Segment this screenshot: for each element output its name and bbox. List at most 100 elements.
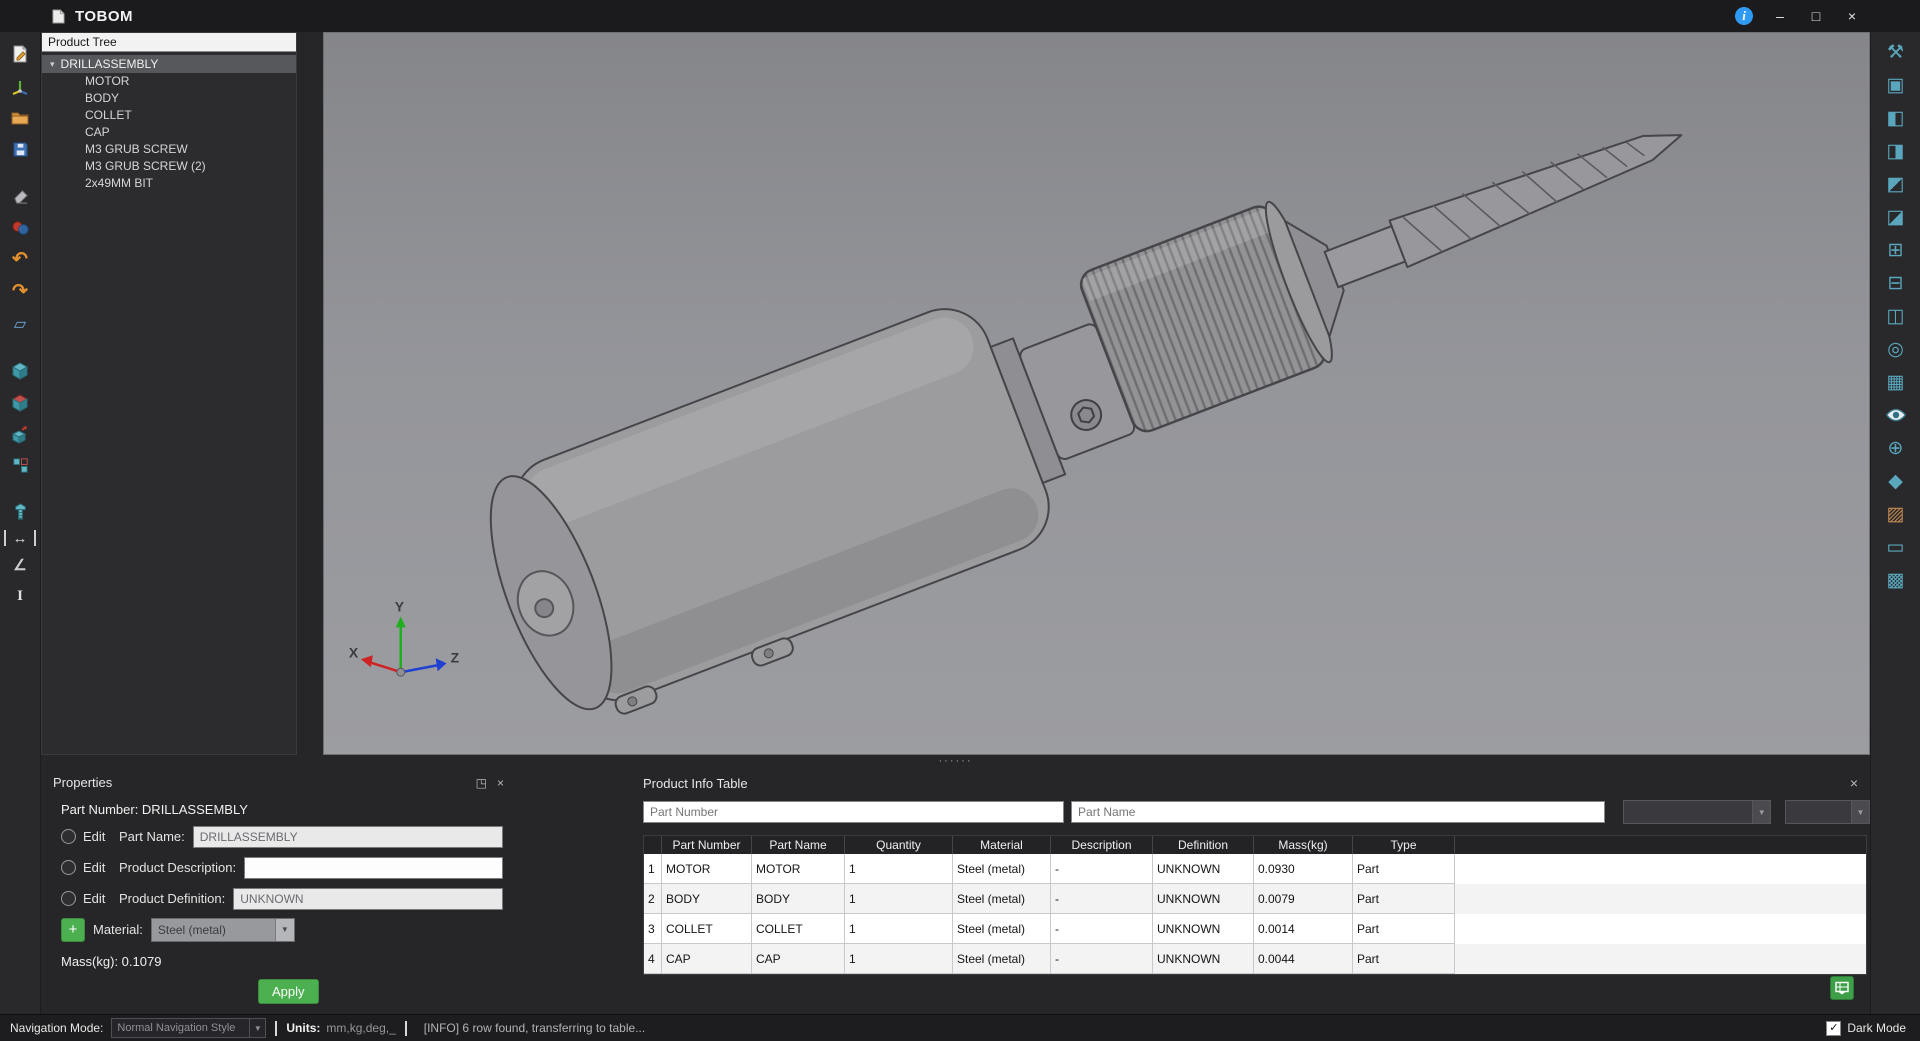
export-table-button[interactable]: [1830, 976, 1854, 1000]
chevron-down-icon[interactable]: ▼: [1752, 801, 1771, 823]
table-cell[interactable]: CAP: [662, 944, 752, 974]
table-cell[interactable]: BODY: [752, 884, 845, 914]
tree-item-cap[interactable]: CAP: [42, 124, 296, 141]
table-cell[interactable]: Part: [1353, 914, 1455, 944]
tree-item-2x49mm-bit[interactable]: 2x49MM BIT: [42, 175, 296, 192]
import-model-icon[interactable]: [6, 72, 34, 99]
move-body-icon[interactable]: [6, 420, 34, 447]
table-cell[interactable]: UNKNOWN: [1153, 944, 1254, 974]
splitter-handle-dots[interactable]: ······: [939, 755, 973, 767]
view-iso-icon[interactable]: ◫: [1883, 303, 1909, 329]
filter-dropdown-1[interactable]: ▼: [1623, 800, 1772, 824]
expander-icon[interactable]: ▾: [50, 55, 55, 73]
close-table-panel-icon[interactable]: ×: [1850, 775, 1858, 791]
view-right-icon[interactable]: ◪: [1883, 204, 1909, 230]
visibility-icon[interactable]: [1883, 402, 1909, 428]
fastener-icon[interactable]: [6, 498, 34, 525]
coordinate-system-icon[interactable]: ⊕: [1883, 435, 1909, 461]
table-cell[interactable]: MOTOR: [662, 854, 752, 884]
dark-mode-checkbox[interactable]: ✓: [1826, 1020, 1842, 1036]
table-row-collet[interactable]: 3 COLLET COLLET 1 Steel (metal) - UNKNOW…: [644, 914, 1866, 944]
table-cell[interactable]: UNKNOWN: [1153, 884, 1254, 914]
table-cell[interactable]: 0.0014: [1254, 914, 1353, 944]
tools-icon[interactable]: ⚒: [1883, 39, 1909, 65]
table-cell[interactable]: 1: [845, 944, 953, 974]
view-bottom-icon[interactable]: ⊟: [1883, 270, 1909, 296]
table-cell[interactable]: COLLET: [752, 914, 845, 944]
redo-icon[interactable]: ↷: [6, 278, 34, 305]
table-row-motor[interactable]: 1 MOTOR MOTOR 1 Steel (metal) - UNKNOWN …: [644, 854, 1866, 884]
row-header[interactable]: 2: [644, 884, 662, 914]
column-header-mass[interactable]: Mass(kg): [1254, 836, 1353, 854]
apply-button[interactable]: Apply: [258, 979, 319, 1004]
material-select[interactable]: Steel (metal) ▼: [150, 917, 295, 942]
table-cell[interactable]: UNKNOWN: [1153, 854, 1254, 884]
table-row-body[interactable]: 2 BODY BODY 1 Steel (metal) - UNKNOWN 0.…: [644, 884, 1866, 914]
column-header-part-number[interactable]: Part Number: [662, 836, 752, 854]
table-cell[interactable]: Steel (metal): [953, 854, 1051, 884]
reference-plane-icon[interactable]: ▱: [6, 310, 34, 337]
render-icon[interactable]: ▨: [1883, 501, 1909, 527]
table-cell[interactable]: -: [1051, 854, 1153, 884]
move-view-icon[interactable]: ◆: [1883, 468, 1909, 494]
table-cell[interactable]: -: [1051, 914, 1153, 944]
chevron-down-icon[interactable]: ▼: [249, 1019, 265, 1037]
zoom-window-icon[interactable]: ◎: [1883, 336, 1909, 362]
display-settings-icon[interactable]: ▭: [1883, 534, 1909, 560]
tree-item-m3-grub-screw-2[interactable]: M3 GRUB SCREW (2): [42, 158, 296, 175]
table-cell[interactable]: UNKNOWN: [1153, 914, 1254, 944]
part-name-filter-input[interactable]: [1071, 801, 1606, 823]
table-cell[interactable]: Steel (metal): [953, 944, 1051, 974]
table-cell[interactable]: -: [1051, 884, 1153, 914]
new-sketch-icon[interactable]: [6, 40, 34, 67]
table-cell[interactable]: Steel (metal): [953, 914, 1051, 944]
wireframe-icon[interactable]: ▦: [1883, 369, 1909, 395]
row-header[interactable]: 1: [644, 854, 662, 884]
table-cell[interactable]: 1: [845, 854, 953, 884]
text-annotation-icon[interactable]: I: [6, 583, 34, 610]
tree-item-drillassembly[interactable]: ▾ DRILLASSEMBLY: [42, 55, 296, 73]
view-top-icon[interactable]: ⊞: [1883, 237, 1909, 263]
product-definition-input[interactable]: [233, 887, 503, 910]
part-name-input[interactable]: [192, 825, 503, 848]
chevron-down-icon[interactable]: ▼: [1851, 801, 1869, 823]
table-cell[interactable]: MOTOR: [752, 854, 845, 884]
column-header-part-name[interactable]: Part Name: [752, 836, 845, 854]
open-file-icon[interactable]: [6, 104, 34, 131]
edit-definition-radio[interactable]: [61, 891, 76, 906]
add-material-button[interactable]: +: [61, 917, 85, 942]
close-button[interactable]: ×: [1834, 0, 1870, 32]
float-panel-icon[interactable]: ◳: [476, 776, 487, 790]
material-paint-icon[interactable]: [6, 214, 34, 241]
product-description-input[interactable]: [244, 856, 503, 879]
measure-length-icon[interactable]: ↔: [4, 530, 36, 547]
table-cell[interactable]: 0.0930: [1254, 854, 1353, 884]
revolve-cut-icon[interactable]: [6, 388, 34, 415]
table-cell[interactable]: 1: [845, 914, 953, 944]
view-back-icon[interactable]: ◨: [1883, 138, 1909, 164]
tree-item-collet[interactable]: COLLET: [42, 107, 296, 124]
table-row-cap[interactable]: 4 CAP CAP 1 Steel (metal) - UNKNOWN 0.00…: [644, 944, 1866, 974]
table-cell[interactable]: Steel (metal): [953, 884, 1051, 914]
table-cell[interactable]: Part: [1353, 944, 1455, 974]
column-header-definition[interactable]: Definition: [1153, 836, 1254, 854]
table-cell[interactable]: BODY: [662, 884, 752, 914]
column-header-quantity[interactable]: Quantity: [845, 836, 953, 854]
table-cell[interactable]: 0.0079: [1254, 884, 1353, 914]
close-panel-icon[interactable]: ×: [497, 776, 504, 790]
column-header-material[interactable]: Material: [953, 836, 1051, 854]
maximize-button[interactable]: □: [1798, 0, 1834, 32]
view-front-icon[interactable]: ◧: [1883, 105, 1909, 131]
tree-item-body[interactable]: BODY: [42, 90, 296, 107]
column-header-type[interactable]: Type: [1353, 836, 1455, 854]
info-button[interactable]: i: [1726, 0, 1762, 32]
filter-dropdown-2[interactable]: ▼: [1785, 800, 1870, 824]
table-cell[interactable]: -: [1051, 944, 1153, 974]
table-cell[interactable]: Part: [1353, 884, 1455, 914]
part-number-filter-input[interactable]: [643, 801, 1065, 823]
table-cell[interactable]: 1: [845, 884, 953, 914]
edit-part-name-radio[interactable]: [61, 829, 76, 844]
column-header-description[interactable]: Description: [1051, 836, 1153, 854]
table-cell[interactable]: 0.0044: [1254, 944, 1353, 974]
erase-icon[interactable]: [6, 182, 34, 209]
